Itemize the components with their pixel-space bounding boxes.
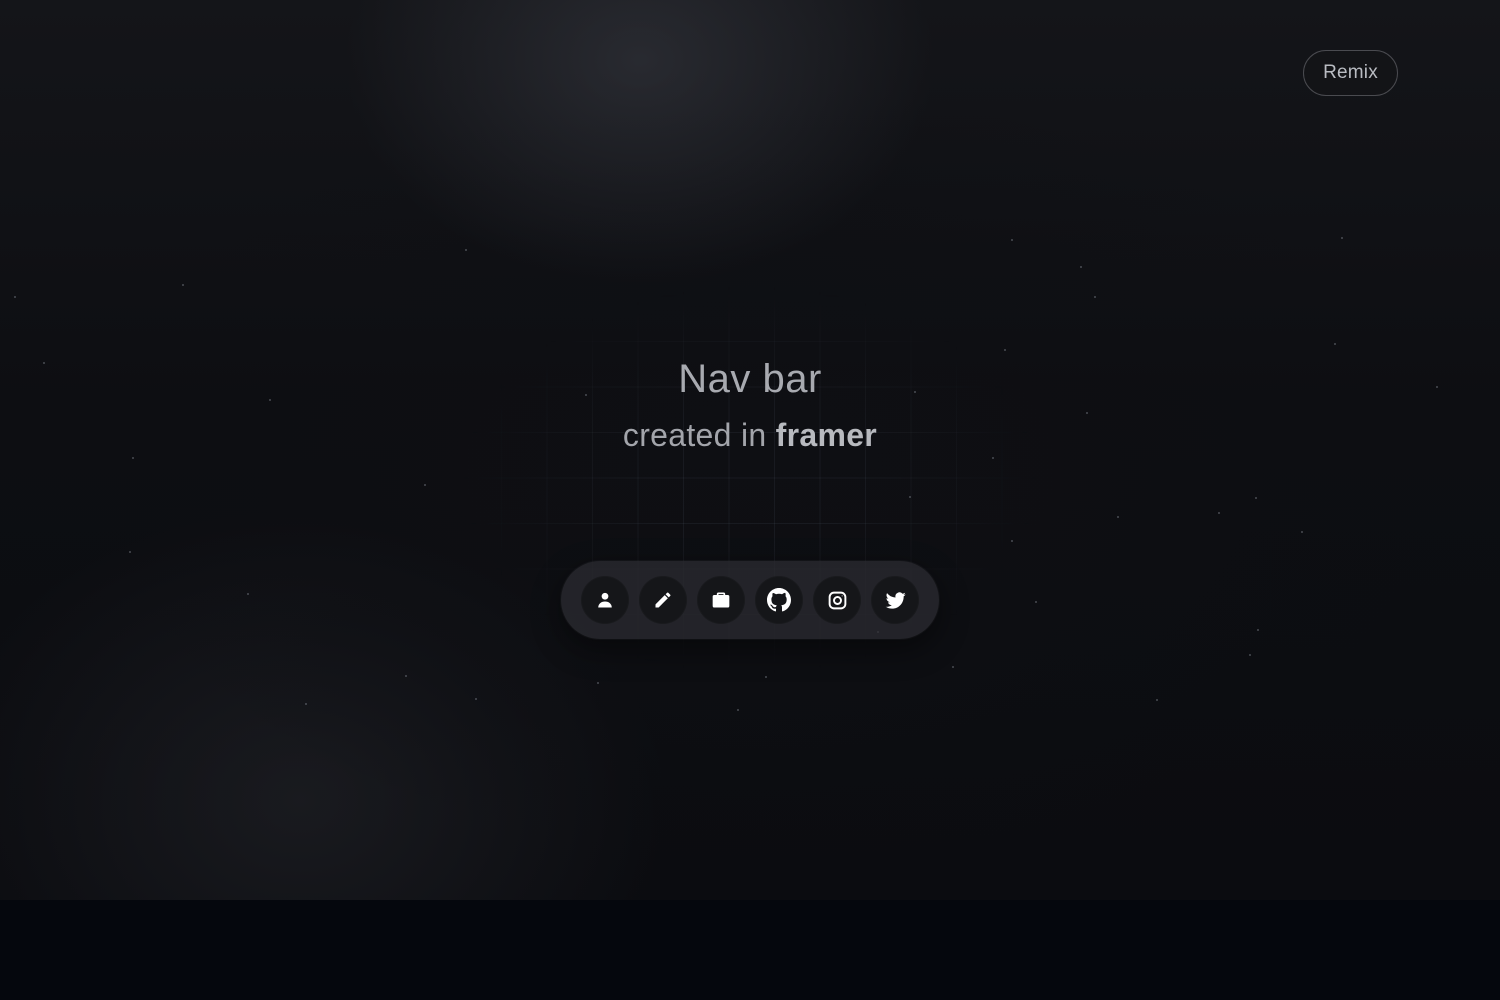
remix-button[interactable]: Remix xyxy=(1303,50,1398,96)
instagram-icon xyxy=(828,591,846,609)
page-subtitle: created in framer xyxy=(0,414,1500,456)
twitter-icon xyxy=(885,591,906,609)
nav-item-profile[interactable] xyxy=(581,576,629,624)
nav-item-instagram[interactable] xyxy=(813,576,861,624)
hero-background: Remix Nav bar created in framer xyxy=(0,0,1500,900)
page: Remix Nav bar created in framer xyxy=(0,0,1500,1000)
github-icon xyxy=(767,588,791,612)
nav-item-work[interactable] xyxy=(697,576,745,624)
page-title: Nav bar xyxy=(678,357,822,401)
pencil-icon xyxy=(655,592,671,608)
nav-bar xyxy=(561,561,939,639)
nav-item-blog[interactable] xyxy=(639,576,687,624)
nav-item-twitter[interactable] xyxy=(871,576,919,624)
brand-name[interactable]: framer xyxy=(776,417,877,453)
subtitle-prefix: created in xyxy=(622,417,776,453)
person-icon xyxy=(598,592,612,608)
nav-item-github[interactable] xyxy=(755,576,803,624)
briefcase-icon xyxy=(712,592,730,608)
bottom-strip xyxy=(0,900,1500,1000)
